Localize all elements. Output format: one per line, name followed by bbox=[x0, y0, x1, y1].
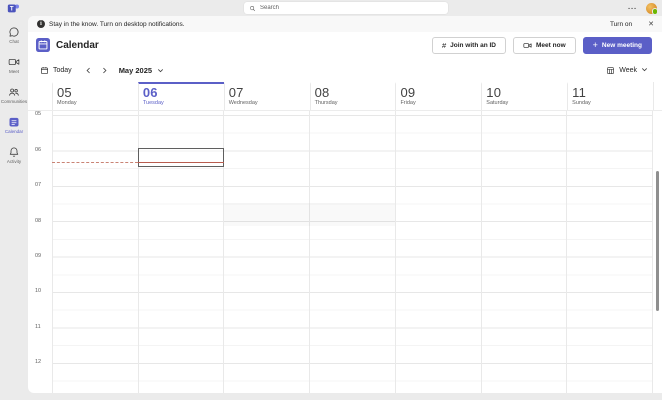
search-input[interactable] bbox=[260, 5, 443, 11]
time-label: 08 bbox=[35, 218, 41, 224]
sidebar-item-chat[interactable]: Chat bbox=[0, 20, 28, 50]
current-time-line-dashed bbox=[52, 162, 138, 163]
current-time-line bbox=[138, 162, 224, 163]
time-label: 12 bbox=[35, 359, 41, 365]
calendar-icon bbox=[8, 116, 20, 128]
day-header-tuesday-selected[interactable]: 06 Tuesday bbox=[138, 82, 224, 110]
view-switcher[interactable]: Week bbox=[606, 66, 648, 75]
title-bar: T ··· bbox=[0, 0, 662, 16]
day-column-monday[interactable] bbox=[52, 111, 138, 393]
chevron-down-icon[interactable] bbox=[157, 67, 164, 74]
meet-now-button[interactable]: Meet now bbox=[513, 37, 576, 54]
page-title: Calendar bbox=[56, 40, 99, 51]
teams-window: T ··· Chat Meet bbox=[0, 0, 662, 400]
video-camera-icon bbox=[8, 56, 20, 68]
sidebar-item-activity[interactable]: Activity bbox=[0, 140, 28, 170]
calendar-toolbar: Today May 2025 We bbox=[28, 58, 662, 82]
day-column-friday[interactable] bbox=[395, 111, 481, 393]
sidebar-item-meet[interactable]: Meet bbox=[0, 50, 28, 80]
period-label[interactable]: May 2025 bbox=[119, 66, 152, 75]
day-header-monday[interactable]: 05 Monday bbox=[52, 82, 138, 110]
day-header-thursday[interactable]: 08 Thursday bbox=[310, 82, 396, 110]
vertical-scrollbar[interactable] bbox=[656, 171, 659, 311]
week-view-icon bbox=[606, 66, 615, 75]
banner-message: Stay in the know. Turn on desktop notifi… bbox=[49, 21, 185, 28]
bell-icon bbox=[8, 146, 20, 158]
chevron-left-icon[interactable] bbox=[85, 67, 92, 74]
info-icon: i bbox=[37, 20, 45, 28]
calendar-outline-icon bbox=[40, 66, 49, 75]
today-button[interactable]: Today bbox=[40, 66, 72, 75]
day-column-saturday[interactable] bbox=[481, 111, 567, 393]
calendar-panel: i Stay in the know. Turn on desktop noti… bbox=[28, 16, 662, 393]
sidebar-item-label: Communities bbox=[1, 99, 27, 104]
time-label: 06 bbox=[35, 147, 41, 153]
shaded-region bbox=[224, 203, 395, 226]
more-options-icon[interactable]: ··· bbox=[628, 0, 637, 16]
new-meeting-button[interactable]: + New meeting bbox=[583, 37, 652, 54]
day-header-row: 05 Monday 06 Tuesday 07 Wednesday 08 Thu… bbox=[28, 82, 662, 110]
calendar-header: Calendar # Join with an ID Meet now + Ne… bbox=[28, 32, 662, 58]
svg-text:T: T bbox=[10, 5, 14, 12]
time-label: 11 bbox=[35, 324, 41, 330]
day-column-sunday[interactable] bbox=[566, 111, 652, 393]
time-label: 05 bbox=[35, 111, 41, 117]
avatar[interactable] bbox=[646, 3, 657, 14]
time-label: 07 bbox=[35, 182, 41, 188]
people-icon bbox=[8, 86, 20, 98]
chevron-down-icon bbox=[641, 66, 648, 73]
close-icon[interactable]: ✕ bbox=[648, 20, 654, 28]
sidebar-item-communities[interactable]: Communities bbox=[0, 80, 28, 110]
day-header-sunday[interactable]: 11 Sunday bbox=[567, 82, 653, 110]
join-with-id-button[interactable]: # Join with an ID bbox=[432, 37, 506, 54]
chat-icon bbox=[8, 26, 20, 38]
sidebar-item-label: Calendar bbox=[5, 129, 23, 134]
day-column-thursday[interactable] bbox=[309, 111, 395, 393]
time-label: 10 bbox=[35, 288, 41, 294]
search-icon bbox=[249, 5, 256, 12]
turn-on-button[interactable]: Turn on bbox=[610, 21, 632, 28]
sidebar-item-label: Chat bbox=[9, 39, 19, 44]
sidebar-item-label: Activity bbox=[7, 159, 21, 164]
notification-banner: i Stay in the know. Turn on desktop noti… bbox=[28, 16, 662, 32]
chevron-right-icon[interactable] bbox=[101, 67, 108, 74]
app-rail: Chat Meet Communities Calendar bbox=[0, 16, 28, 400]
day-header-wednesday[interactable]: 07 Wednesday bbox=[224, 82, 310, 110]
day-column-wednesday[interactable] bbox=[223, 111, 309, 393]
sidebar-item-label: Meet bbox=[9, 69, 19, 74]
plus-icon: + bbox=[593, 41, 598, 50]
hash-icon: # bbox=[442, 41, 446, 50]
week-grid: 05 06 07 08 09 10 11 12 bbox=[28, 110, 662, 393]
day-header-saturday[interactable]: 10 Saturday bbox=[481, 82, 567, 110]
time-gutter-header bbox=[28, 82, 52, 110]
teams-logo-icon: T bbox=[7, 2, 20, 15]
video-camera-icon bbox=[523, 41, 532, 50]
time-label: 09 bbox=[35, 253, 41, 259]
sidebar-item-calendar[interactable]: Calendar bbox=[0, 110, 28, 140]
search-box[interactable] bbox=[244, 2, 448, 14]
selected-time-slot[interactable] bbox=[138, 148, 224, 167]
day-header-friday[interactable]: 09 Friday bbox=[395, 82, 481, 110]
calendar-app-icon bbox=[36, 38, 50, 52]
